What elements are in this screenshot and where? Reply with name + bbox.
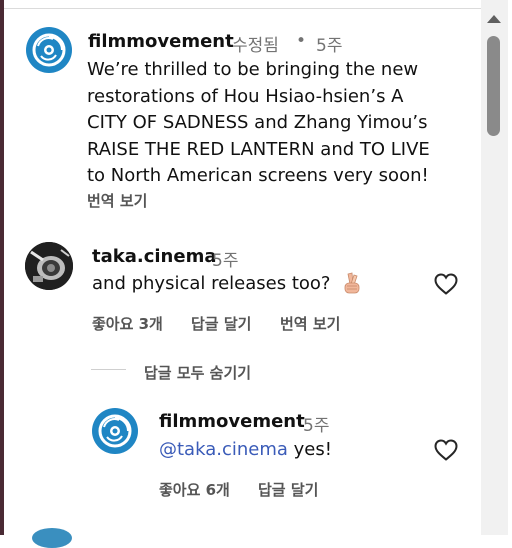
comment-line: to North American screens very soon! xyxy=(87,165,429,186)
comment-time[interactable]: 5주 xyxy=(212,246,238,271)
top-divider xyxy=(4,8,490,9)
window-left-edge xyxy=(0,0,4,535)
reply-button[interactable]: 답글 달기 xyxy=(191,313,251,334)
comment-line: RAISE THE RED LANTERN and TO LIVE xyxy=(87,138,430,160)
comment-line: CITY OF SADNESS and Zhang Yimou’s xyxy=(87,112,428,133)
replies-divider xyxy=(91,369,126,370)
fingers-crossed-emoji xyxy=(344,272,360,294)
heart-outline-icon[interactable] xyxy=(434,273,458,295)
scroll-up-arrow-icon[interactable] xyxy=(487,15,501,23)
scrollbar-thumb[interactable] xyxy=(487,36,500,136)
mention-link[interactable]: @taka.cinema xyxy=(159,439,288,460)
avatar[interactable] xyxy=(32,528,72,548)
edited-label: 수정됨 xyxy=(232,36,279,56)
reply-message: yes! xyxy=(287,439,332,460)
reply-username[interactable]: filmmovement xyxy=(159,411,305,432)
reply-button[interactable]: 답글 달기 xyxy=(258,479,318,500)
comment-username[interactable]: taka.cinema xyxy=(92,246,216,267)
reply-text: @taka.cinema yes! xyxy=(159,437,332,464)
filmmovement-logo-icon xyxy=(26,27,72,73)
likes-count[interactable]: 좋아요 6개 xyxy=(159,479,230,500)
comment-line: We’re thrilled to be bringing the new xyxy=(87,59,419,80)
hide-replies-button[interactable]: 답글 모두 숨기기 xyxy=(144,362,251,383)
translate-button[interactable]: 번역 보기 xyxy=(87,190,147,211)
comment-text: and physical releases too? xyxy=(92,273,331,294)
heart-outline-icon[interactable] xyxy=(434,439,458,461)
translate-button[interactable]: 번역 보기 xyxy=(280,313,340,334)
likes-count[interactable]: 좋아요 3개 xyxy=(92,313,163,334)
comment-line: restorations of Hou Hsiao-hsien’s A xyxy=(87,85,404,107)
reply-time[interactable]: 5주 xyxy=(303,411,329,436)
comment-time[interactable]: 5주 xyxy=(316,31,342,56)
taka-cinema-avatar-image xyxy=(25,242,73,290)
meta-separator: • xyxy=(296,31,307,51)
avatar[interactable] xyxy=(25,242,73,290)
comment-username[interactable]: filmmovement xyxy=(88,31,234,52)
avatar[interactable] xyxy=(91,407,139,455)
avatar[interactable] xyxy=(25,26,73,74)
filmmovement-logo-icon xyxy=(92,408,138,454)
